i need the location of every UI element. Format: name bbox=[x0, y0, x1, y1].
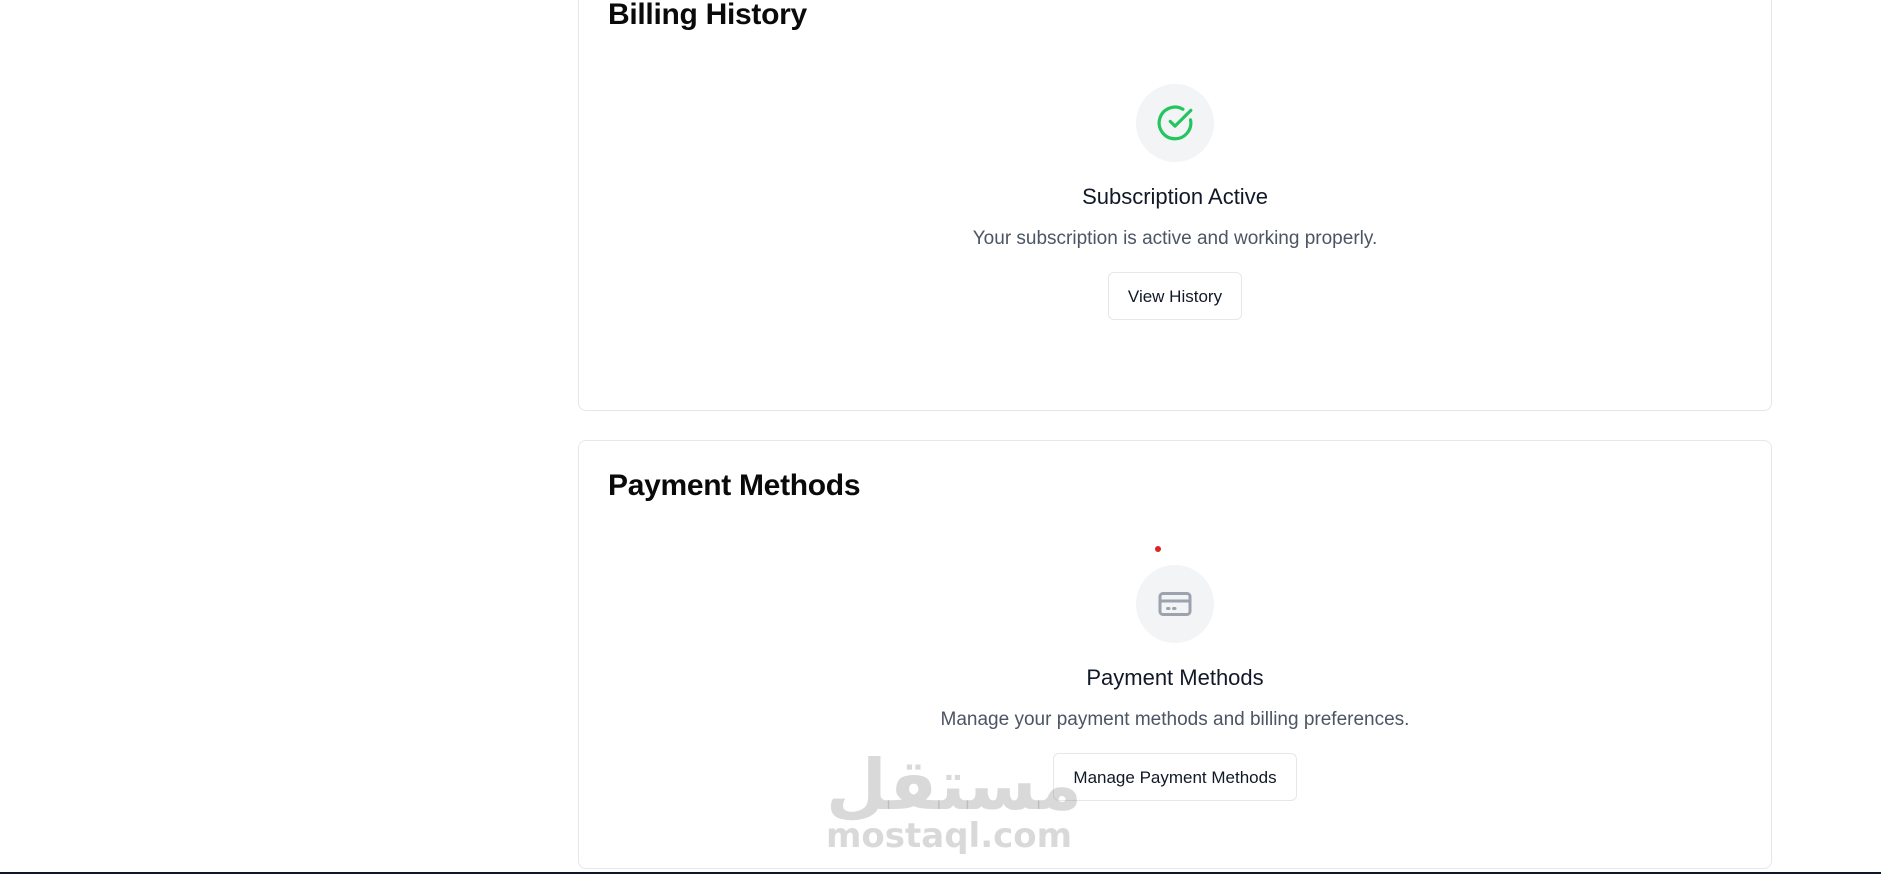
check-circle-icon bbox=[1157, 105, 1193, 141]
subscription-status-panel: Subscription Active Your subscription is… bbox=[579, 84, 1771, 320]
billing-history-title: Billing History bbox=[608, 0, 807, 31]
credit-card-icon bbox=[1158, 592, 1192, 616]
view-history-button[interactable]: View History bbox=[1107, 272, 1243, 320]
cursor-dot bbox=[1155, 546, 1161, 552]
card-icon-circle bbox=[1136, 565, 1214, 643]
payment-methods-empty-title: Payment Methods bbox=[1086, 665, 1264, 690]
billing-history-card: Billing History Subscription Active Your… bbox=[578, 0, 1772, 411]
subscription-status-title: Subscription Active bbox=[1082, 184, 1268, 209]
manage-payment-methods-button[interactable]: Manage Payment Methods bbox=[1053, 753, 1297, 801]
subscription-status-description: Your subscription is active and working … bbox=[972, 228, 1378, 249]
payment-methods-panel: Payment Methods Manage your payment meth… bbox=[579, 565, 1771, 801]
payment-methods-title: Payment Methods bbox=[608, 469, 861, 502]
payment-methods-card: Payment Methods Payment Methods Manage y… bbox=[578, 440, 1772, 869]
status-icon-circle bbox=[1136, 84, 1214, 162]
payment-methods-description: Manage your payment methods and billing … bbox=[940, 709, 1410, 730]
